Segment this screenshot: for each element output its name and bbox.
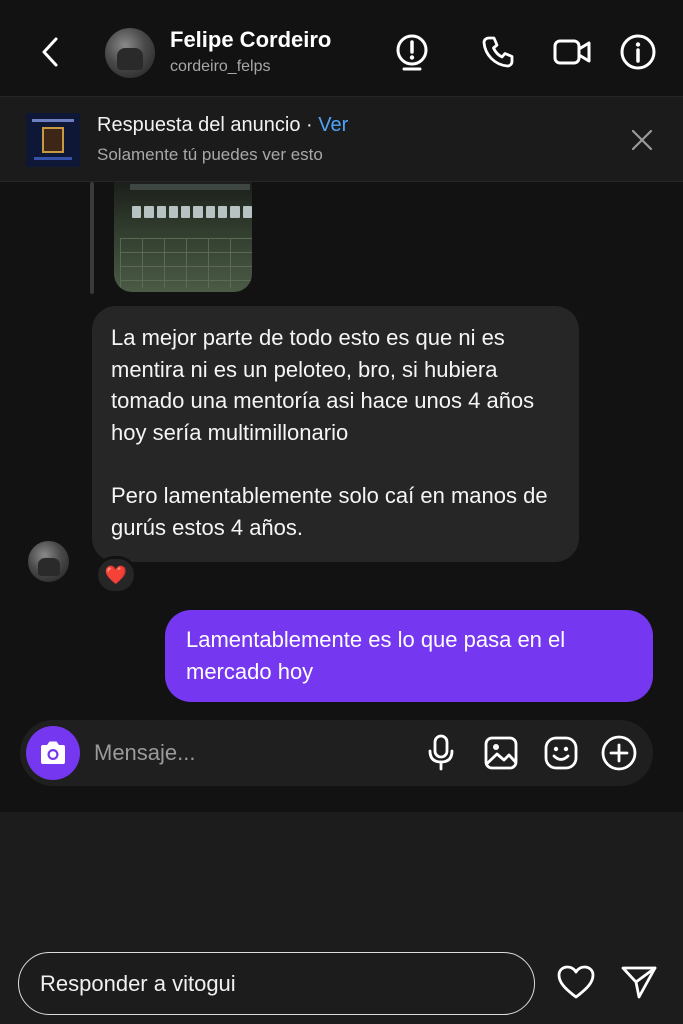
ad-separator: ·: [306, 114, 313, 136]
incoming-message-bubble[interactable]: La mejor parte de todo esto es que ni es…: [92, 306, 579, 562]
camera-icon: [41, 741, 65, 764]
ad-title-text: Respuesta del anuncio: [97, 114, 301, 136]
chat-screen: Felipe Cordeiro cordeiro_felps Respuesta…: [0, 0, 683, 1024]
gallery-icon: [484, 736, 518, 770]
ad-reply-banner[interactable]: [0, 96, 683, 182]
reply-input[interactable]: [40, 968, 520, 1000]
sticker-button[interactable]: [541, 733, 581, 773]
contact-username[interactable]: cordeiro_felps: [170, 58, 271, 76]
video-call-button[interactable]: [552, 32, 592, 72]
send-button[interactable]: [617, 960, 661, 1004]
heart-icon: [557, 965, 595, 999]
ad-view-link[interactable]: Ver: [318, 114, 348, 136]
send-icon: [621, 966, 657, 999]
sticker-icon: [544, 736, 578, 770]
shared-image[interactable]: [114, 182, 252, 292]
sender-avatar[interactable]: [28, 541, 69, 582]
info-button[interactable]: [618, 32, 658, 72]
heart-reaction[interactable]: ❤️: [95, 556, 137, 594]
phone-icon: [482, 36, 514, 68]
red-heart-icon: ❤️: [104, 565, 128, 585]
ad-thumbnail[interactable]: [26, 113, 80, 167]
voice-message-button[interactable]: [421, 733, 461, 773]
message-paragraph: Pero lamentablemente solo caí en manos d…: [111, 482, 548, 540]
video-icon: [553, 39, 591, 65]
gallery-button[interactable]: [481, 733, 521, 773]
outgoing-message-bubble[interactable]: Lamentablemente es lo que pasa en el mer…: [165, 610, 653, 702]
contact-avatar[interactable]: [105, 28, 155, 78]
contact-name[interactable]: Felipe Cordeiro: [170, 27, 331, 53]
info-icon: [620, 34, 656, 70]
ad-banner-title: Respuesta del anuncio · Ver: [97, 114, 348, 137]
call-button[interactable]: [478, 32, 518, 72]
close-icon: [631, 129, 653, 151]
back-button[interactable]: [30, 30, 70, 74]
message-paragraph: La mejor parte de todo esto es que ni es…: [111, 325, 535, 445]
message-input[interactable]: [94, 735, 394, 771]
microphone-icon: [428, 734, 454, 771]
chevron-left-icon: [42, 37, 58, 67]
close-banner-button[interactable]: [626, 124, 658, 156]
reply-indicator-bar: [90, 182, 94, 294]
like-button[interactable]: [554, 960, 598, 1004]
chat-header: Felipe Cordeiro cordeiro_felps: [0, 0, 683, 96]
camera-button[interactable]: [26, 726, 80, 780]
more-options-button[interactable]: [599, 733, 639, 773]
report-button[interactable]: [392, 32, 432, 72]
alert-icon: [396, 34, 428, 71]
ad-banner-subtitle: Solamente tú puedes ver esto: [97, 145, 323, 164]
plus-circle-icon: [601, 735, 637, 771]
